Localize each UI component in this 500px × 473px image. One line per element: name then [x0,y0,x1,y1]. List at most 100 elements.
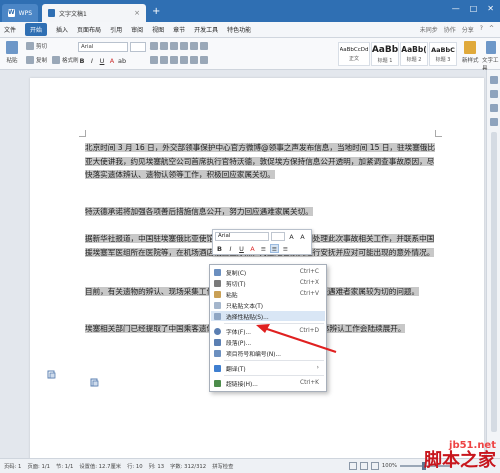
increase-indent-icon[interactable] [180,42,188,50]
decrease-indent-icon[interactable] [170,42,178,50]
status-position: 设置值: 12.7厘米 [79,464,122,470]
copy-button[interactable]: 复制 [26,56,47,64]
paragraph-1[interactable]: 北京时间 3 月 16 日，外交部领事保护中心官方微博@领事之声发布信息，当地时… [85,141,438,195]
underline-button[interactable]: U [98,56,106,65]
help-icon[interactable]: ? [480,25,483,34]
menu-paste[interactable]: 粘贴 Ctrl+V [211,289,325,299]
paste-options-icon[interactable] [90,378,99,387]
zoom-level[interactable]: 100% [382,463,397,469]
margin-corner-top-right [435,130,442,137]
menu-hyperlink-shortcut: Ctrl+K [300,380,319,386]
justify-icon[interactable] [180,56,188,64]
style-heading-3-sample: AaBbC [431,45,455,54]
line-spacing-icon[interactable] [190,56,198,64]
numbering-icon[interactable] [160,42,168,50]
menu-paste-text-only[interactable]: 只粘贴文本(T) [211,300,325,310]
text-tool-button[interactable]: 文字工具 [482,41,500,72]
mini-underline-button[interactable]: U [237,244,246,253]
menu-home[interactable]: 开始 [25,23,48,36]
new-tab-button[interactable]: + [152,6,160,17]
mini-font-select[interactable]: Arial [215,232,269,241]
share-button[interactable]: 分享 [462,25,474,34]
document-icon [48,9,55,17]
right-tool-strip [486,70,500,458]
italic-button[interactable]: I [88,56,96,65]
menu-insert[interactable]: 插入 [56,25,68,34]
menu-section[interactable]: 章节 [173,25,185,34]
mini-align-left-button[interactable]: ≡ [259,244,268,253]
tab-document[interactable]: 文字文稿1 × [42,4,146,22]
vertical-scrollbar-thumb[interactable] [491,132,497,432]
close-tab-icon[interactable]: × [134,9,140,17]
menu-review[interactable]: 审阅 [131,25,143,34]
menu-paste-label: 粘贴 [226,292,238,299]
menu-translate[interactable]: 翻译(T) › [211,363,325,373]
font-size-select[interactable] [130,42,146,52]
mini-bold-button[interactable]: B [215,244,224,253]
brush-icon [52,56,60,64]
style-normal[interactable]: AaBbCcDd 正文 [338,42,370,66]
status-word-count[interactable]: 字数: 312/312 [170,462,206,470]
menu-references[interactable]: 引用 [110,25,122,34]
close-window-button[interactable]: ✕ [487,4,494,13]
paragraph-2[interactable]: 特沃德承诺将加强各项善后措施信息公开，努力回应遇难家属关切。 [85,205,438,219]
mini-align-center-button[interactable]: ≡ [270,244,279,253]
paste-group[interactable]: 粘贴 [6,41,18,64]
side-tool-icon-3[interactable] [490,104,498,112]
status-spell-check[interactable]: 拼写检查 [212,462,233,470]
new-style-button[interactable]: 新样式 [462,41,479,64]
paste-anchor-icon[interactable] [47,370,56,379]
menu-developer[interactable]: 开发工具 [194,25,218,34]
menu-file[interactable]: 文件 [4,25,16,34]
align-right-icon[interactable] [170,56,178,64]
submenu-arrow-icon: › [316,365,319,371]
tab-wps-home[interactable]: W WPS [2,4,38,22]
collapse-ribbon-icon[interactable]: ^ [489,25,494,34]
tab-document-label: 文字文稿1 [59,10,87,18]
bullets-icon[interactable] [150,42,158,50]
minimize-button[interactable]: — [452,4,460,13]
menu-view[interactable]: 视图 [152,25,164,34]
side-tool-icon-1[interactable] [490,76,498,84]
mini-italic-button[interactable]: I [226,244,235,253]
show-marks-icon[interactable] [200,42,208,50]
align-center-icon[interactable] [160,56,168,64]
sort-icon[interactable] [190,42,198,50]
view-page-icon[interactable] [348,462,357,470]
maximize-button[interactable]: □ [470,4,478,13]
style-heading-2[interactable]: AaBb( 标题 2 [400,42,428,66]
side-tool-icon-2[interactable] [490,90,498,98]
format-painter-button[interactable]: 格式刷 [52,56,79,64]
menu-hyperlink[interactable]: 超链接(H)... Ctrl+K [211,378,325,388]
mini-align-right-button[interactable]: ≡ [281,244,290,253]
mini-shrink-font-icon[interactable]: A [298,232,307,241]
menu-page-layout[interactable]: 页面布局 [77,25,101,34]
style-heading-1[interactable]: AaBb 标题 1 [371,42,399,66]
menu-special[interactable]: 特色功能 [227,25,251,34]
highlight-button[interactable]: ab [118,56,126,65]
mini-grow-font-icon[interactable]: A [287,232,296,241]
font-icon [214,327,221,335]
mini-font-value: Arial [218,233,231,239]
style-heading-1-sample: AaBb [371,44,399,55]
paste-icon [6,41,18,54]
view-outline-icon[interactable] [370,462,379,470]
menu-copy[interactable]: 复制(C) Ctrl+C [211,267,325,277]
view-web-icon[interactable] [359,462,368,470]
font-name-select[interactable]: Arial [78,42,128,52]
shading-icon[interactable] [200,56,208,64]
align-left-icon[interactable] [150,56,158,64]
sync-status[interactable]: 未同步 [420,25,438,34]
mini-size-select[interactable] [271,232,285,241]
style-heading-3[interactable]: AaBbC 标题 3 [429,42,457,66]
mini-font-color-button[interactable]: A [248,244,257,253]
style-heading-3-name: 标题 3 [435,56,451,63]
bold-button[interactable]: B [78,56,86,65]
cut-button[interactable]: 剪切 [26,42,47,50]
font-color-button[interactable]: A [108,56,116,65]
collaborate-button[interactable]: 协作 [444,25,456,34]
side-tool-icon-4[interactable] [490,118,498,126]
translate-icon [214,364,221,372]
menu-separator [224,360,324,361]
menu-cut[interactable]: 剪切(T) Ctrl+X [211,278,325,288]
